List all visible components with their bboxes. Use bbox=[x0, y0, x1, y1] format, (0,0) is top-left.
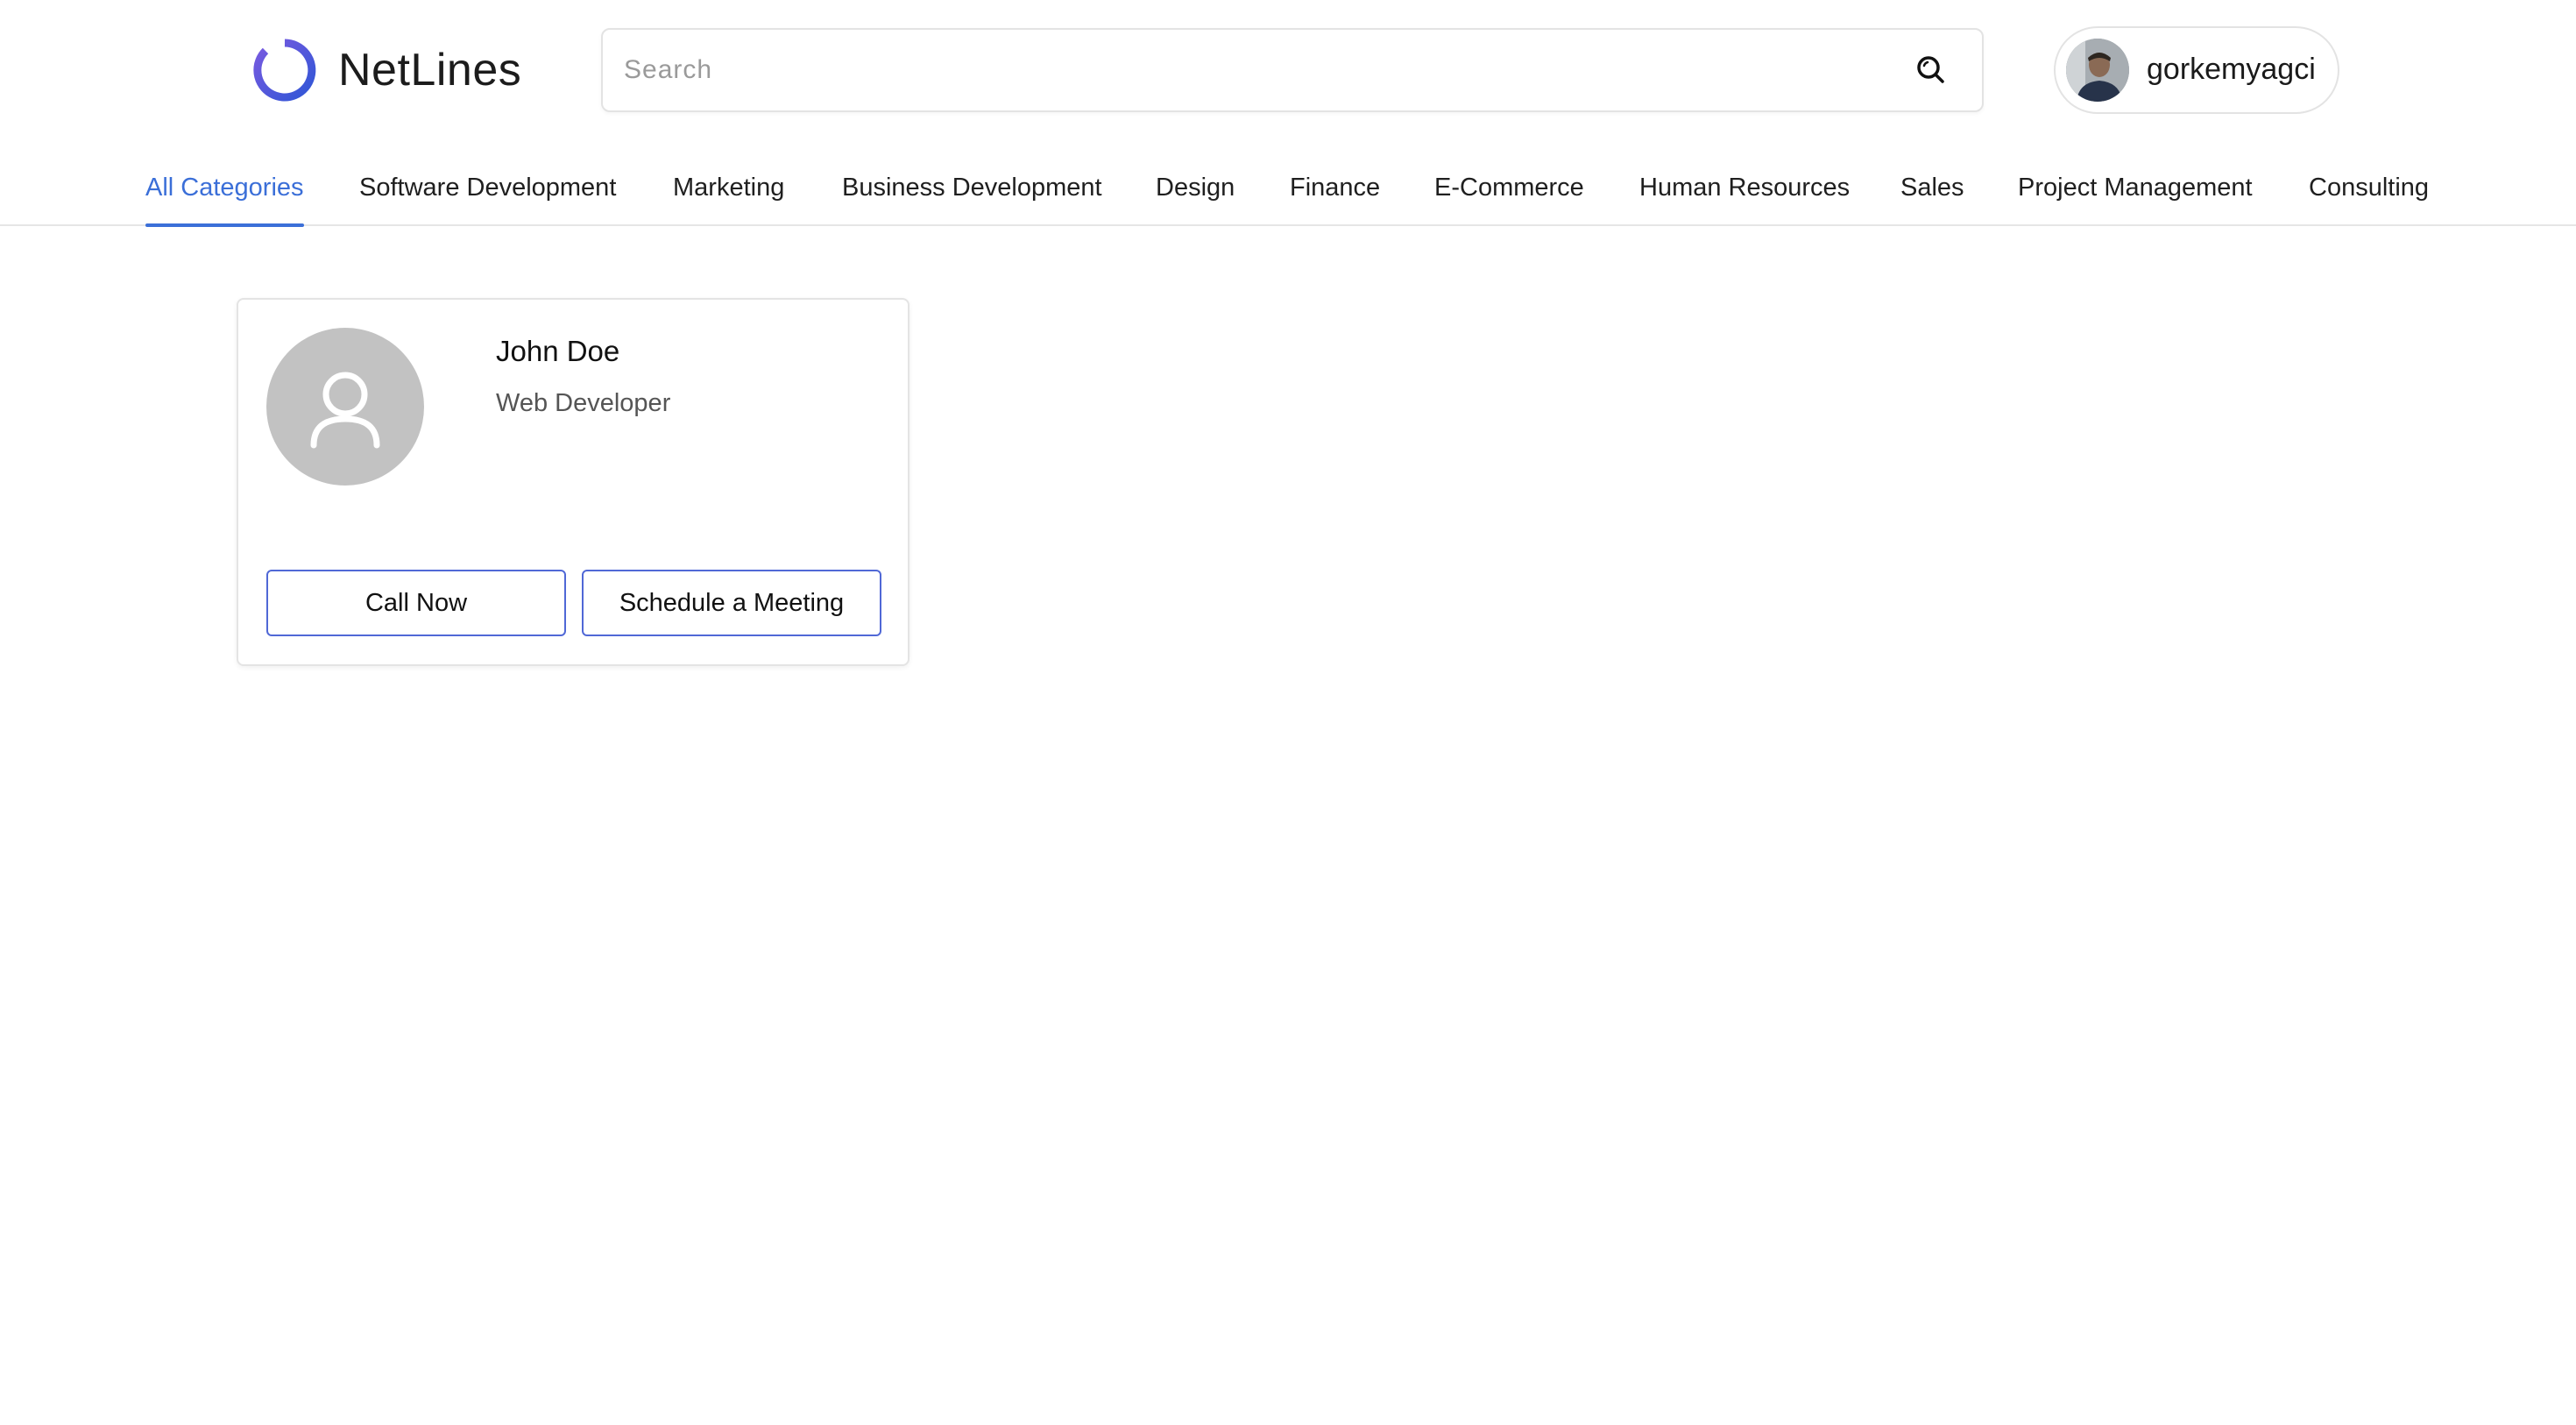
profile-avatar bbox=[266, 328, 424, 486]
user-photo bbox=[2066, 39, 2129, 102]
profile-title: Web Developer bbox=[496, 389, 671, 417]
tab-design[interactable]: Design bbox=[1156, 158, 1235, 226]
tab-all-categories[interactable]: All Categories bbox=[145, 158, 304, 227]
tab-sales[interactable]: Sales bbox=[1900, 158, 1964, 226]
tab-marketing[interactable]: Marketing bbox=[673, 158, 784, 226]
search-icon[interactable] bbox=[1914, 53, 1949, 88]
category-tabs: All Categories Software Development Mark… bbox=[0, 158, 2576, 227]
person-icon bbox=[310, 372, 380, 449]
tab-human-resources[interactable]: Human Resources bbox=[1639, 158, 1850, 226]
username: gorkemyagci bbox=[2147, 53, 2316, 86]
brand-name: NetLines bbox=[338, 45, 522, 96]
tab-finance[interactable]: Finance bbox=[1290, 158, 1380, 226]
tab-project-management[interactable]: Project Management bbox=[2018, 158, 2253, 226]
user-avatar bbox=[2066, 39, 2129, 102]
call-now-button[interactable]: Call Now bbox=[266, 570, 566, 636]
tab-consulting[interactable]: Consulting bbox=[2309, 158, 2429, 226]
brand-logo[interactable]: NetLines bbox=[252, 37, 521, 103]
ring-logo-icon bbox=[253, 39, 316, 102]
search-bar bbox=[601, 28, 1984, 112]
user-menu-button[interactable]: gorkemyagci bbox=[2054, 26, 2339, 114]
tab-software-development[interactable]: Software Development bbox=[359, 158, 616, 226]
schedule-meeting-button[interactable]: Schedule a Meeting bbox=[582, 570, 881, 636]
search-input[interactable] bbox=[624, 30, 1851, 110]
profile-card: John Doe Web Developer Call Now Schedule… bbox=[237, 298, 909, 666]
top-header: NetLines gorkemyagci bbox=[0, 0, 2576, 140]
tab-business-development[interactable]: Business Development bbox=[842, 158, 1102, 226]
tab-e-commerce[interactable]: E-Commerce bbox=[1434, 158, 1584, 226]
profile-name: John Doe bbox=[496, 335, 620, 367]
